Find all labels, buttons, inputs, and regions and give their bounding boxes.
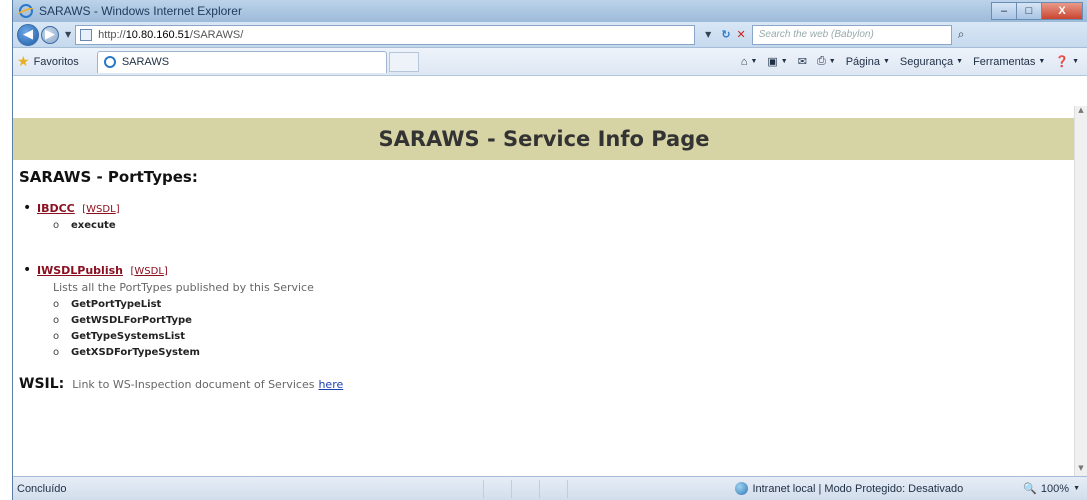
porttype-item: IBDCC [WSDL] execute: [23, 200, 314, 234]
ie-logo-icon: [19, 4, 33, 18]
porttype-list: IBDCC [WSDL] execute IWSDLPublish [WSDL]…: [23, 200, 314, 361]
search-icon[interactable]: ⌕: [958, 27, 965, 42]
browser-window: SARAWS - Windows Internet Explorer – □ X…: [12, 0, 1087, 500]
tab-saraws[interactable]: SARAWS: [96, 50, 387, 73]
operation-list: execute: [53, 218, 314, 234]
tab-ie-icon: [103, 56, 116, 68]
url-host: 10.80.160.51: [125, 28, 190, 41]
intranet-globe-icon: [735, 482, 749, 495]
status-segment: [511, 479, 539, 498]
favorites-label: Favoritos: [33, 55, 79, 68]
status-segment: [539, 479, 567, 498]
favorites-button[interactable]: ★ Favoritos: [17, 53, 79, 70]
operation-item: GetPortTypeList: [53, 297, 314, 313]
porttype-description: Lists all the PortTypes published by thi…: [53, 281, 314, 294]
url-dropdown-icon[interactable]: ▼: [705, 30, 711, 39]
print-icon[interactable]: ⎙ ▼: [817, 55, 836, 68]
tab-title: SARAWS: [121, 56, 170, 68]
address-bar: ◀ ▶ ▼ http:// 10.80.160.51 /SARAWS/ ▼ ↻ …: [13, 22, 1087, 48]
title-bar: SARAWS - Windows Internet Explorer – □ X: [13, 0, 1087, 22]
page-menu-label: Página: [845, 55, 880, 68]
magnifier-icon: 🔍: [1023, 483, 1037, 495]
security-zone[interactable]: Intranet local | Modo Protegido: Desativ…: [735, 482, 963, 495]
scroll-up-icon[interactable]: ▲: [1075, 106, 1087, 118]
url-path: /SARAWS/: [189, 28, 244, 41]
vertical-scrollbar[interactable]: ▲ ▼: [1074, 106, 1087, 476]
window-title: SARAWS - Windows Internet Explorer: [39, 4, 242, 18]
stop-icon[interactable]: ✕: [737, 28, 746, 41]
minimize-button[interactable]: –: [991, 2, 1017, 20]
close-button[interactable]: X: [1041, 2, 1083, 20]
maximize-button[interactable]: □: [1016, 2, 1042, 20]
status-segment: [567, 479, 595, 498]
porttype-link-ibdcc[interactable]: IBDCC: [37, 202, 75, 215]
new-tab-button[interactable]: [388, 51, 419, 72]
wsil-section: WSIL: Link to WS-Inspection document of …: [19, 376, 343, 392]
url-prefix: http://: [98, 28, 126, 41]
mail-icon[interactable]: ✉: [798, 55, 807, 68]
history-dropdown-icon[interactable]: ▼: [65, 30, 71, 39]
operation-item: execute: [53, 218, 314, 234]
url-tools: ▼ ↻ ✕: [701, 28, 746, 41]
porttype-item: IWSDLPublish [WSDL] Lists all the PortTy…: [23, 262, 314, 361]
operation-item: GetWSDLForPortType: [53, 313, 314, 329]
page-icon: [80, 28, 93, 41]
scroll-down-icon[interactable]: ▼: [1075, 464, 1087, 476]
wsdl-link-wrapper: [WSDL]: [82, 204, 120, 215]
security-menu[interactable]: Segurança ▼: [900, 56, 963, 68]
status-segment: [483, 479, 511, 498]
help-icon[interactable]: ❓ ▼: [1055, 55, 1079, 68]
tools-menu-label: Ferramentas: [973, 55, 1036, 68]
wsil-text: Link to WS-Inspection document of Servic…: [72, 378, 315, 391]
zoom-level: 100%: [1040, 482, 1070, 495]
page-banner: SARAWS - Service Info Page: [13, 118, 1075, 160]
star-icon: ★: [17, 53, 30, 69]
url-field[interactable]: http:// 10.80.160.51 /SARAWS/: [75, 24, 696, 45]
wsil-label: WSIL:: [19, 376, 65, 392]
operation-list: GetPortTypeList GetWSDLForPortType GetTy…: [53, 297, 314, 361]
page-content: SARAWS - Service Info Page SARAWS - Port…: [13, 106, 1075, 476]
zone-text: Intranet local | Modo Protegido: Desativ…: [752, 482, 964, 495]
tools-menu[interactable]: Ferramentas ▼: [973, 56, 1045, 68]
favorites-bar: ★ Favoritos SARAWS ⌂ ▼ ▣ ▼ ✉ ⎙ ▼ Página ▼…: [13, 48, 1087, 76]
feeds-icon[interactable]: ▣ ▼: [767, 55, 787, 68]
command-bar: ⌂ ▼ ▣ ▼ ✉ ⎙ ▼ Página ▼ Segurança ▼ Ferrame…: [741, 55, 1087, 68]
status-bar: Concluído Intranet local | Modo Protegid…: [13, 476, 1087, 500]
forward-button[interactable]: ▶: [41, 25, 59, 44]
wsdl-link-iwsdlpublish[interactable]: WSDL: [134, 266, 164, 277]
operation-item: GetXSDForTypeSystem: [53, 345, 314, 361]
search-input[interactable]: Search the web (Babylon): [751, 24, 952, 45]
back-button[interactable]: ◀: [17, 23, 39, 46]
wsdl-link-wrapper: [WSDL]: [130, 266, 168, 277]
zoom-control[interactable]: 🔍 100% ▼: [1023, 482, 1080, 496]
operation-item: GetTypeSystemsList: [53, 329, 314, 345]
porttype-link-iwsdlpublish[interactable]: IWSDLPublish: [37, 264, 123, 277]
status-text: Concluído: [17, 482, 67, 495]
porttypes-heading: SARAWS - PortTypes:: [19, 168, 198, 186]
refresh-icon[interactable]: ↻: [721, 28, 730, 41]
zoom-dropdown-icon[interactable]: ▼: [1073, 485, 1080, 492]
security-menu-label: Segurança: [899, 55, 954, 68]
wsil-here-link[interactable]: here: [318, 378, 343, 391]
wsdl-link-ibdcc[interactable]: WSDL: [86, 204, 116, 215]
home-icon[interactable]: ⌂ ▼: [741, 56, 758, 68]
page-menu[interactable]: Página ▼: [846, 56, 890, 68]
window-controls: – □ X: [991, 2, 1083, 20]
